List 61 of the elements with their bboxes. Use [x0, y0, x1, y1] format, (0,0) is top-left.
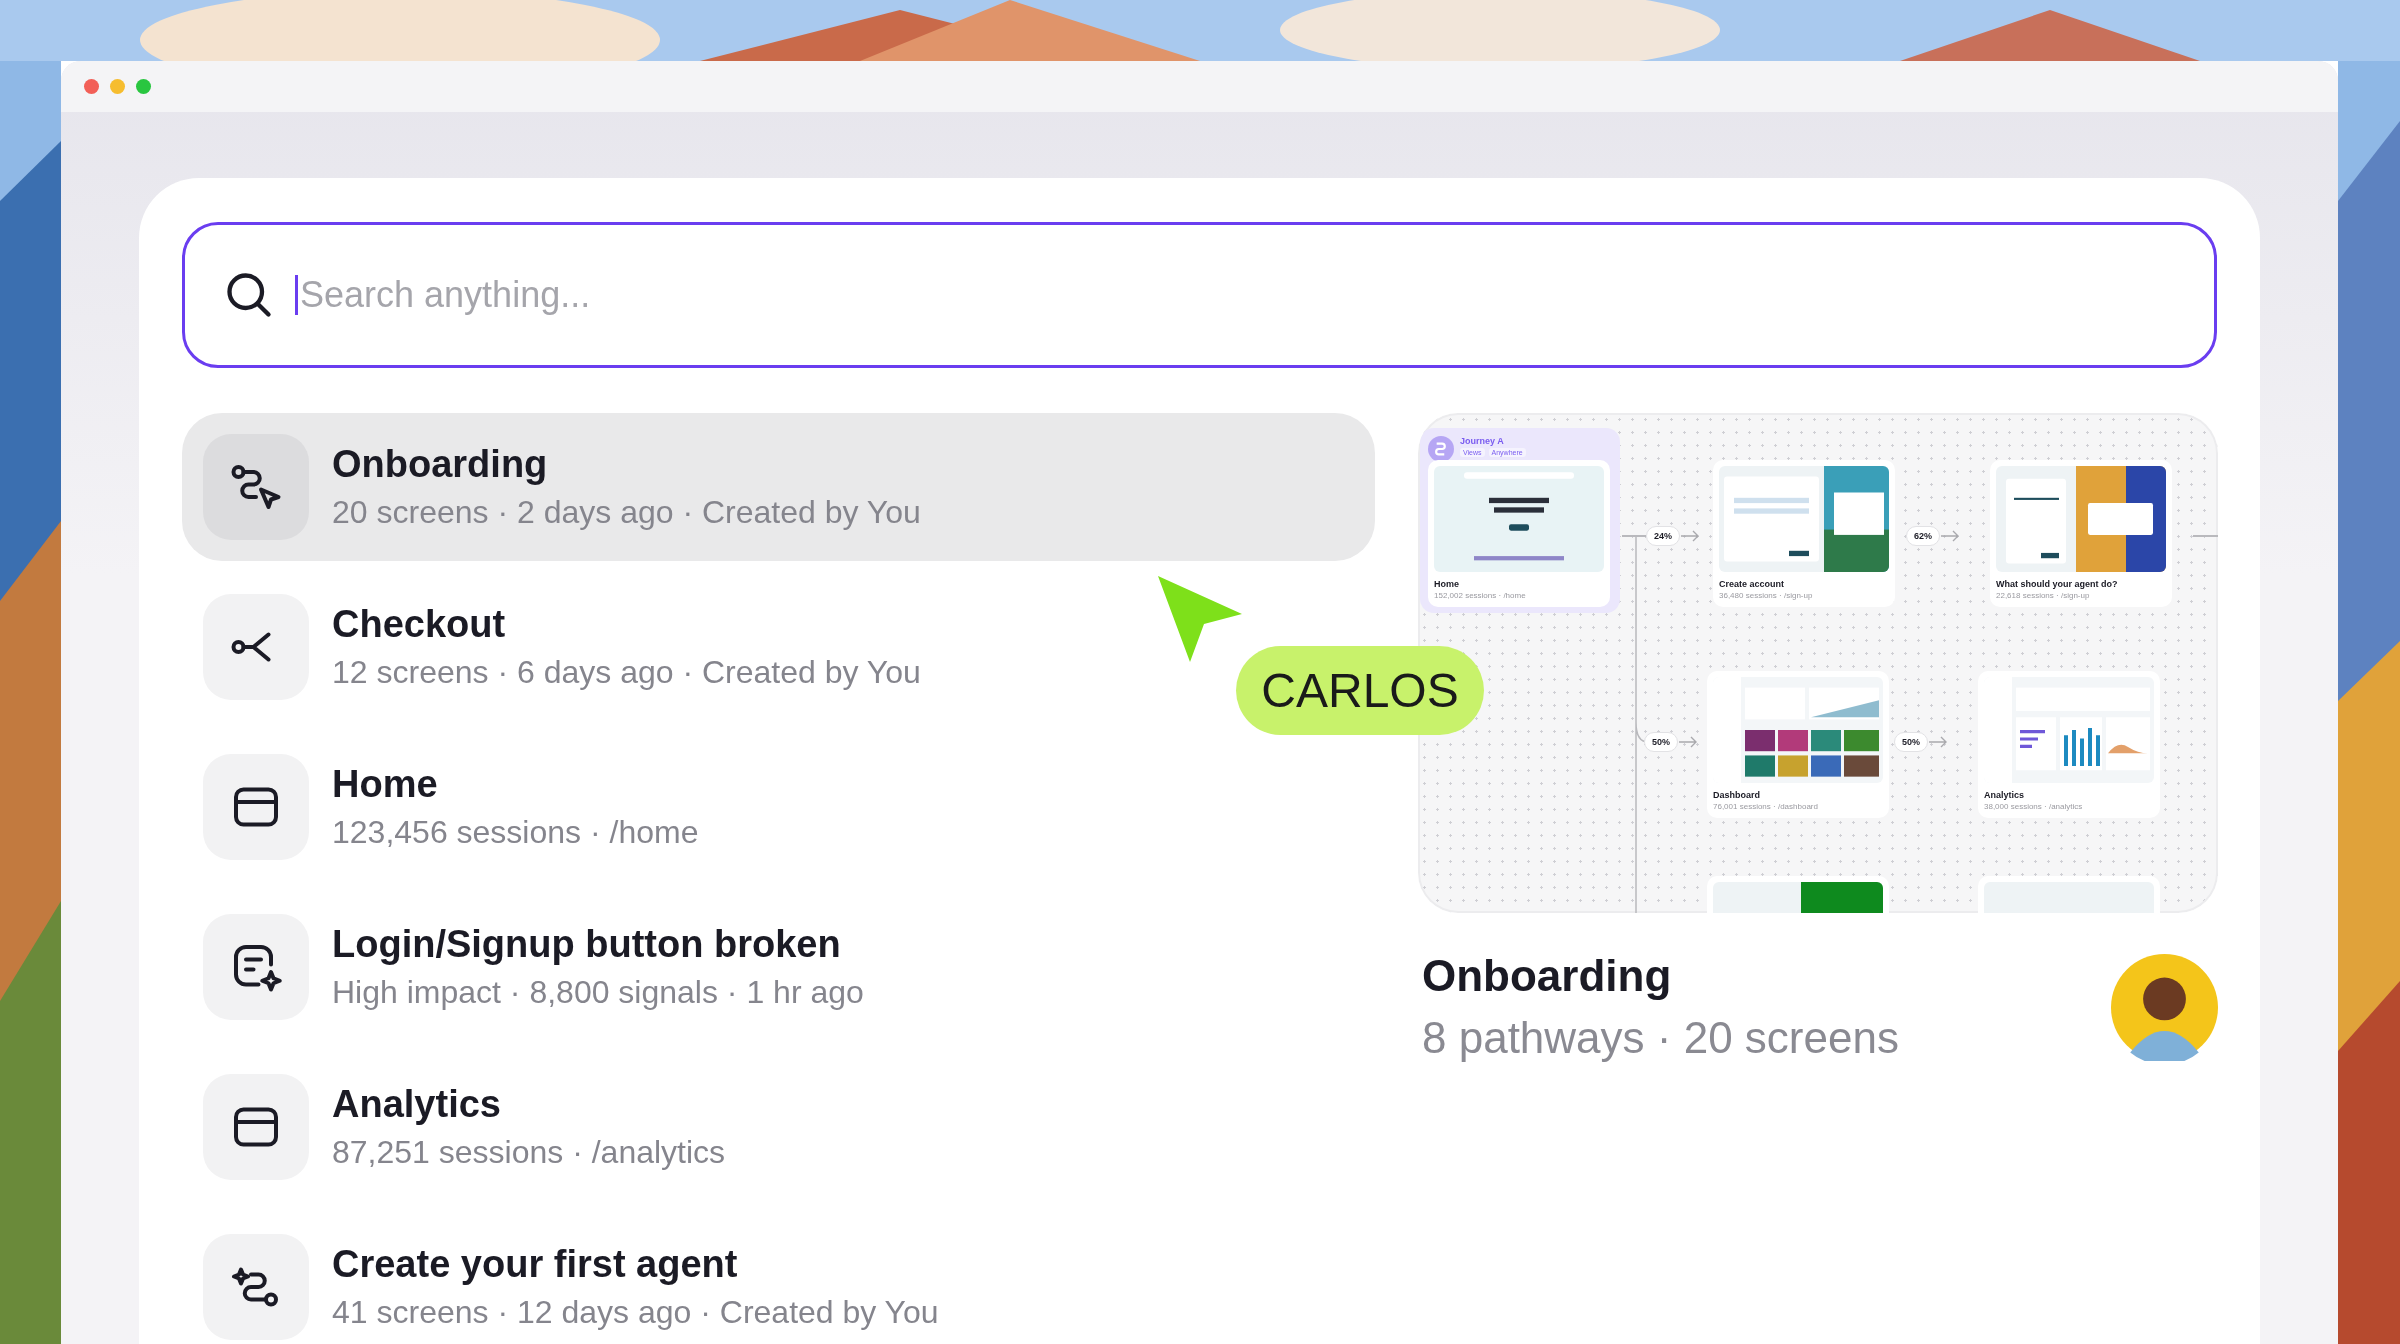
screen-card[interactable]: What should your agent do? 22,618 sessions · /sign-up [1990, 460, 2172, 607]
conversion-label: 50% [1894, 732, 1928, 752]
connector-line [1622, 535, 1646, 537]
result-title: Home [332, 763, 439, 806]
result-title: Onboarding [332, 443, 549, 486]
screen-title: Analytics [1984, 790, 2026, 800]
screen-title: Dashboard [1713, 790, 1761, 800]
arrow-icon [1940, 530, 1960, 542]
arrow-icon [1678, 736, 1698, 748]
result-item[interactable]: Analytics 87,251 sessions · /analytics [182, 1053, 747, 1201]
sparkle-route-icon [203, 1234, 309, 1340]
search-field[interactable]: Search anything... [182, 222, 2217, 368]
note-sparkle-icon [203, 914, 309, 1020]
result-item[interactable]: Create your first agent 41 screens · 12 days ago · Created by You [182, 1213, 960, 1344]
result-title: Create your first agent [332, 1243, 739, 1286]
window-icon [203, 754, 309, 860]
screen-details: 22,618 sessions · /sign-up [1996, 591, 2091, 600]
result-title: Login/Signup button broken [332, 923, 842, 966]
screen-card[interactable]: Home 152,002 sessions · /home [1428, 460, 1610, 607]
screen-title: Create account [1719, 579, 1786, 589]
arrow-icon [1680, 530, 1700, 542]
result-item[interactable]: Checkout 12 screens · 6 days ago · Created by You [182, 573, 942, 721]
connector-line [2193, 535, 2218, 537]
screen-card[interactable]: Dashboard 76,001 sessions · /dashboard [1707, 671, 1889, 818]
result-details: 41 screens · 12 days ago · Created by You [332, 1294, 939, 1331]
conversion-label: 62% [1906, 526, 1940, 546]
result-details: 20 screens · 2 days ago · Created by You [332, 494, 921, 531]
screen-title: Home [1434, 579, 1460, 589]
arrow-icon [1928, 736, 1948, 748]
close-button[interactable] [84, 79, 99, 94]
screen-details: 76,001 sessions · /dashboard [1713, 802, 1819, 811]
pointer-icon [1156, 574, 1244, 664]
conversion-label: 50% [1644, 732, 1678, 752]
screen-details: 36,480 sessions · /sign-up [1719, 591, 1814, 600]
result-title: Analytics [332, 1083, 502, 1126]
result-item[interactable]: Login/Signup button broken High impact · 8,800 signals · 1 hr ago [182, 893, 885, 1041]
result-item[interactable]: Home 123,456 sessions · /home [182, 733, 720, 881]
window-icon [203, 1074, 309, 1180]
screen-card[interactable]: Analytics 38,000 sessions · /analytics [1978, 671, 2160, 818]
screen-title: What should your agent do? [1996, 579, 2119, 589]
route-icon [203, 434, 309, 540]
search-input[interactable]: Search anything... [298, 274, 2214, 316]
result-details: 12 screens · 6 days ago · Created by You [332, 654, 921, 691]
conversion-label: 24% [1646, 526, 1680, 546]
result-item[interactable]: Onboarding 20 screens · 2 days ago · Created by You [182, 413, 1375, 561]
preview-title: Onboarding [1422, 951, 1673, 1001]
minimize-button[interactable] [110, 79, 125, 94]
result-details: 123,456 sessions · /home [332, 814, 699, 851]
journey-title: Journey A [1460, 436, 1505, 446]
preview-details: 8 pathways · 20 screens [1422, 1013, 1899, 1063]
fork-icon [203, 594, 309, 700]
screen-details: 38,000 sessions · /analytics [1984, 802, 2084, 811]
collaborator-label: CARLOS [1236, 646, 1484, 735]
screen-details: 152,002 sessions · /home [1434, 591, 1527, 600]
route-icon [1428, 436, 1454, 462]
screen-card[interactable]: Create account 36,480 sessions · /sign-up [1713, 460, 1895, 607]
result-title: Checkout [332, 603, 507, 646]
result-details: 87,251 sessions · /analytics [332, 1134, 726, 1171]
result-details: High impact · 8,800 signals · 1 hr ago [332, 974, 864, 1011]
text-cursor [295, 275, 298, 315]
zoom-button[interactable] [136, 79, 151, 94]
